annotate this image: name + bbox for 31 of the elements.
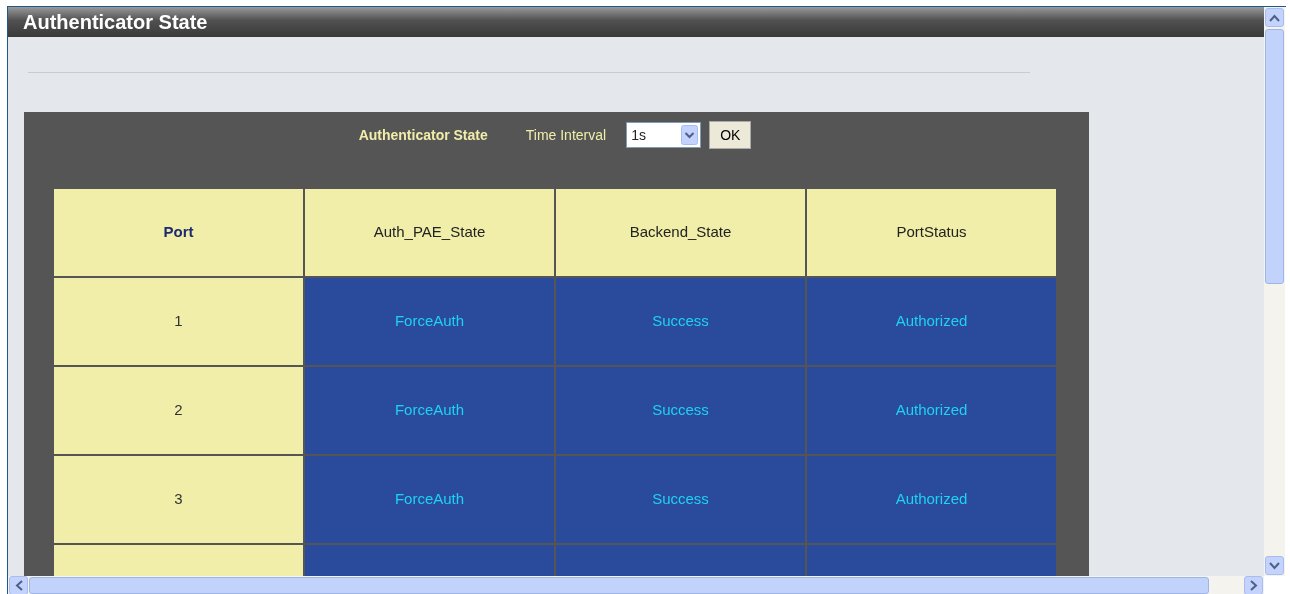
table-cell: Authorized	[807, 278, 1056, 365]
port-cell: 2	[54, 367, 303, 454]
port-cell: 3	[54, 456, 303, 543]
table-cell: ForceAuth	[305, 278, 554, 365]
table-cell: Success	[556, 456, 805, 543]
column-header: Port	[54, 189, 303, 276]
horizontal-scrollbar-thumb[interactable]	[29, 577, 1209, 594]
caret-up-icon	[1269, 13, 1280, 22]
scroll-right-button[interactable]	[1244, 576, 1263, 594]
caret-right-icon	[1249, 580, 1258, 591]
time-interval-select[interactable]: 1s	[626, 122, 702, 148]
column-header: Auth_PAE_State	[305, 189, 554, 276]
column-header: Backend_State	[556, 189, 805, 276]
window-title: Authenticator State	[8, 7, 1264, 37]
panel-title: Authenticator State	[358, 125, 488, 145]
column-header: PortStatus	[807, 189, 1056, 276]
table-cell: Success	[556, 278, 805, 365]
scroll-left-button[interactable]	[9, 576, 28, 594]
table-cell: Authorized	[807, 456, 1056, 543]
scroll-up-button[interactable]	[1265, 8, 1284, 27]
table-cell: Authorized	[807, 367, 1056, 454]
ok-button[interactable]: OK	[709, 121, 752, 149]
caret-down-icon	[1269, 561, 1280, 570]
time-interval-label: Time Interval	[525, 125, 607, 145]
scroll-down-button[interactable]	[1265, 556, 1284, 575]
caret-left-icon	[14, 580, 23, 591]
port-cell: 1	[54, 278, 303, 365]
scrollbar-thumb[interactable]	[1265, 29, 1284, 284]
table-cell: ForceAuth	[305, 456, 554, 543]
table-cell: Success	[556, 367, 805, 454]
table-cell: ForceAuth	[305, 367, 554, 454]
